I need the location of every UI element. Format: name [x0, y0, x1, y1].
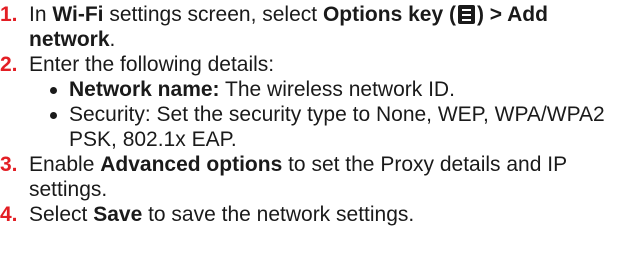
step-number: 1.	[0, 3, 18, 26]
step-text: to save the network settings.	[142, 203, 415, 226]
step-number: 3.	[0, 153, 18, 176]
save-label: Save	[93, 203, 143, 226]
details-list: Network name: The wireless network ID. S…	[29, 77, 639, 152]
wifi-label: Wi-Fi	[52, 3, 104, 26]
advanced-options-label: Advanced options	[100, 153, 283, 176]
step-4: 4. Select Save to save the network setti…	[0, 202, 639, 227]
step-text: .	[109, 28, 116, 51]
options-key-label: Options key	[322, 3, 444, 26]
network-name-label: Network name:	[69, 78, 220, 101]
network-name-text: The wireless network ID.	[219, 78, 455, 101]
instruction-steps: 1. In Wi-Fi settings screen, select Opti…	[0, 2, 639, 227]
list-item-security: Security: Set the security type to None,…	[29, 102, 639, 152]
step-text: In	[29, 3, 53, 26]
step-3: 3. Enable Advanced options to set the Pr…	[0, 152, 639, 202]
list-item-network-name: Network name: The wireless network ID.	[29, 77, 639, 102]
step-1: 1. In Wi-Fi settings screen, select Opti…	[0, 2, 639, 52]
step-text: (	[443, 3, 456, 26]
step-number: 2.	[0, 53, 18, 76]
step-text: Select	[29, 203, 94, 226]
step-text: settings screen, select	[103, 3, 323, 26]
step-text: Enter the following details:	[29, 53, 275, 76]
step-number: 4.	[0, 203, 18, 226]
step-2: 2. Enter the following details: Network …	[0, 52, 639, 152]
step-text: Enable	[29, 153, 101, 176]
security-text: Security: Set the security type to None,…	[69, 103, 605, 151]
options-menu-icon	[457, 5, 475, 24]
